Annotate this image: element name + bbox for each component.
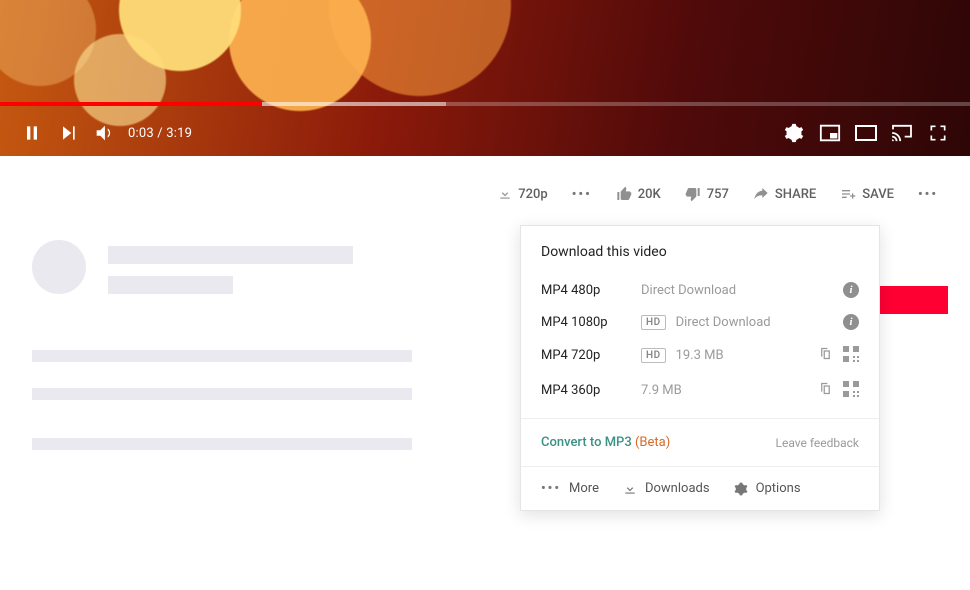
desc-line-placeholder [32, 388, 412, 400]
dislike-count: 757 [707, 187, 729, 202]
progress-track[interactable] [0, 102, 970, 106]
downloads-button[interactable]: Downloads [623, 481, 710, 496]
like-count: 20K [638, 187, 661, 202]
desc-line-placeholder [32, 438, 412, 450]
like-button[interactable]: 20K [606, 182, 671, 206]
qr-icon[interactable] [843, 381, 859, 397]
hd-badge: HD [641, 348, 666, 363]
save-label: SAVE [862, 187, 894, 202]
time-display: 0:03 / 3:19 [128, 126, 192, 141]
copy-icon[interactable] [818, 346, 833, 365]
title-placeholder [108, 246, 353, 264]
more-button[interactable]: ••• More [541, 481, 599, 496]
download-option-detail: 19.3 MB [676, 348, 808, 363]
pause-button[interactable] [14, 115, 50, 151]
share-button[interactable]: SHARE [743, 182, 826, 206]
progress-played [0, 102, 262, 106]
video-actions-row: 720p ••• 20K 757 SHARE SAVE ••• [0, 182, 970, 206]
copy-icon[interactable] [818, 381, 833, 400]
dislike-button[interactable]: 757 [675, 182, 739, 206]
beta-label: (Beta) [635, 435, 670, 450]
leave-feedback-link[interactable]: Leave feedback [776, 436, 860, 450]
convert-label: Convert to MP3 [541, 435, 632, 450]
options-button[interactable]: Options [734, 481, 801, 496]
share-icon [753, 186, 769, 202]
hd-badge: HD [641, 315, 666, 330]
thumbs-down-icon [685, 186, 701, 202]
download-option-row[interactable]: MP4 480p Direct Download i [521, 274, 879, 306]
download-panel-title: Download this video [521, 226, 879, 274]
download-option-detail: 7.9 MB [641, 383, 808, 398]
next-button[interactable] [50, 115, 86, 151]
share-label: SHARE [775, 187, 816, 202]
qr-icon[interactable] [843, 346, 859, 362]
download-option-name: MP4 720p [541, 348, 631, 363]
player-controls: 0:03 / 3:19 [0, 110, 970, 156]
avatar-placeholder [32, 240, 86, 294]
theater-button[interactable] [848, 115, 884, 151]
download-quality-button[interactable]: 720p [488, 183, 557, 206]
download-option-detail: Direct Download [641, 283, 833, 298]
download-option-row[interactable]: MP4 1080p HD Direct Download i [521, 306, 879, 338]
download-icon [498, 187, 512, 201]
more-actions-button[interactable]: ••• [908, 183, 948, 206]
more-label: More [569, 481, 599, 496]
fullscreen-button[interactable] [920, 115, 956, 151]
video-player[interactable]: 0:03 / 3:19 [0, 0, 970, 156]
dots-icon: ••• [918, 187, 938, 202]
thumbs-up-icon [616, 186, 632, 202]
settings-button[interactable] [776, 115, 812, 151]
download-panel-footer: ••• More Downloads Options [521, 466, 879, 510]
dots-icon: ••• [572, 187, 592, 202]
download-option-name: MP4 480p [541, 283, 631, 298]
download-option-row[interactable]: MP4 720p HD 19.3 MB [521, 338, 879, 373]
download-menu-button[interactable]: ••• [562, 183, 602, 206]
options-label: Options [756, 481, 801, 496]
convert-to-mp3-link[interactable]: Convert to MP3 (Beta) [541, 435, 670, 450]
info-icon[interactable]: i [843, 282, 859, 298]
downloads-label: Downloads [645, 481, 710, 496]
gear-icon [734, 482, 748, 496]
miniplayer-button[interactable] [812, 115, 848, 151]
download-icon [623, 482, 637, 496]
download-quality-label: 720p [518, 187, 547, 202]
download-option-name: MP4 1080p [541, 315, 631, 330]
download-option-detail: Direct Download [676, 315, 833, 330]
download-option-name: MP4 360p [541, 383, 631, 398]
dots-icon: ••• [541, 481, 561, 496]
subtitle-placeholder [108, 276, 233, 294]
volume-button[interactable] [86, 115, 122, 151]
cast-button[interactable] [884, 115, 920, 151]
playlist-add-icon [840, 186, 856, 202]
desc-line-placeholder [32, 350, 412, 362]
download-option-row[interactable]: MP4 360p 7.9 MB [521, 373, 879, 408]
subscribe-button[interactable] [878, 286, 948, 314]
info-icon[interactable]: i [843, 314, 859, 330]
download-panel: Download this video MP4 480p Direct Downl… [520, 225, 880, 511]
save-button[interactable]: SAVE [830, 182, 904, 206]
